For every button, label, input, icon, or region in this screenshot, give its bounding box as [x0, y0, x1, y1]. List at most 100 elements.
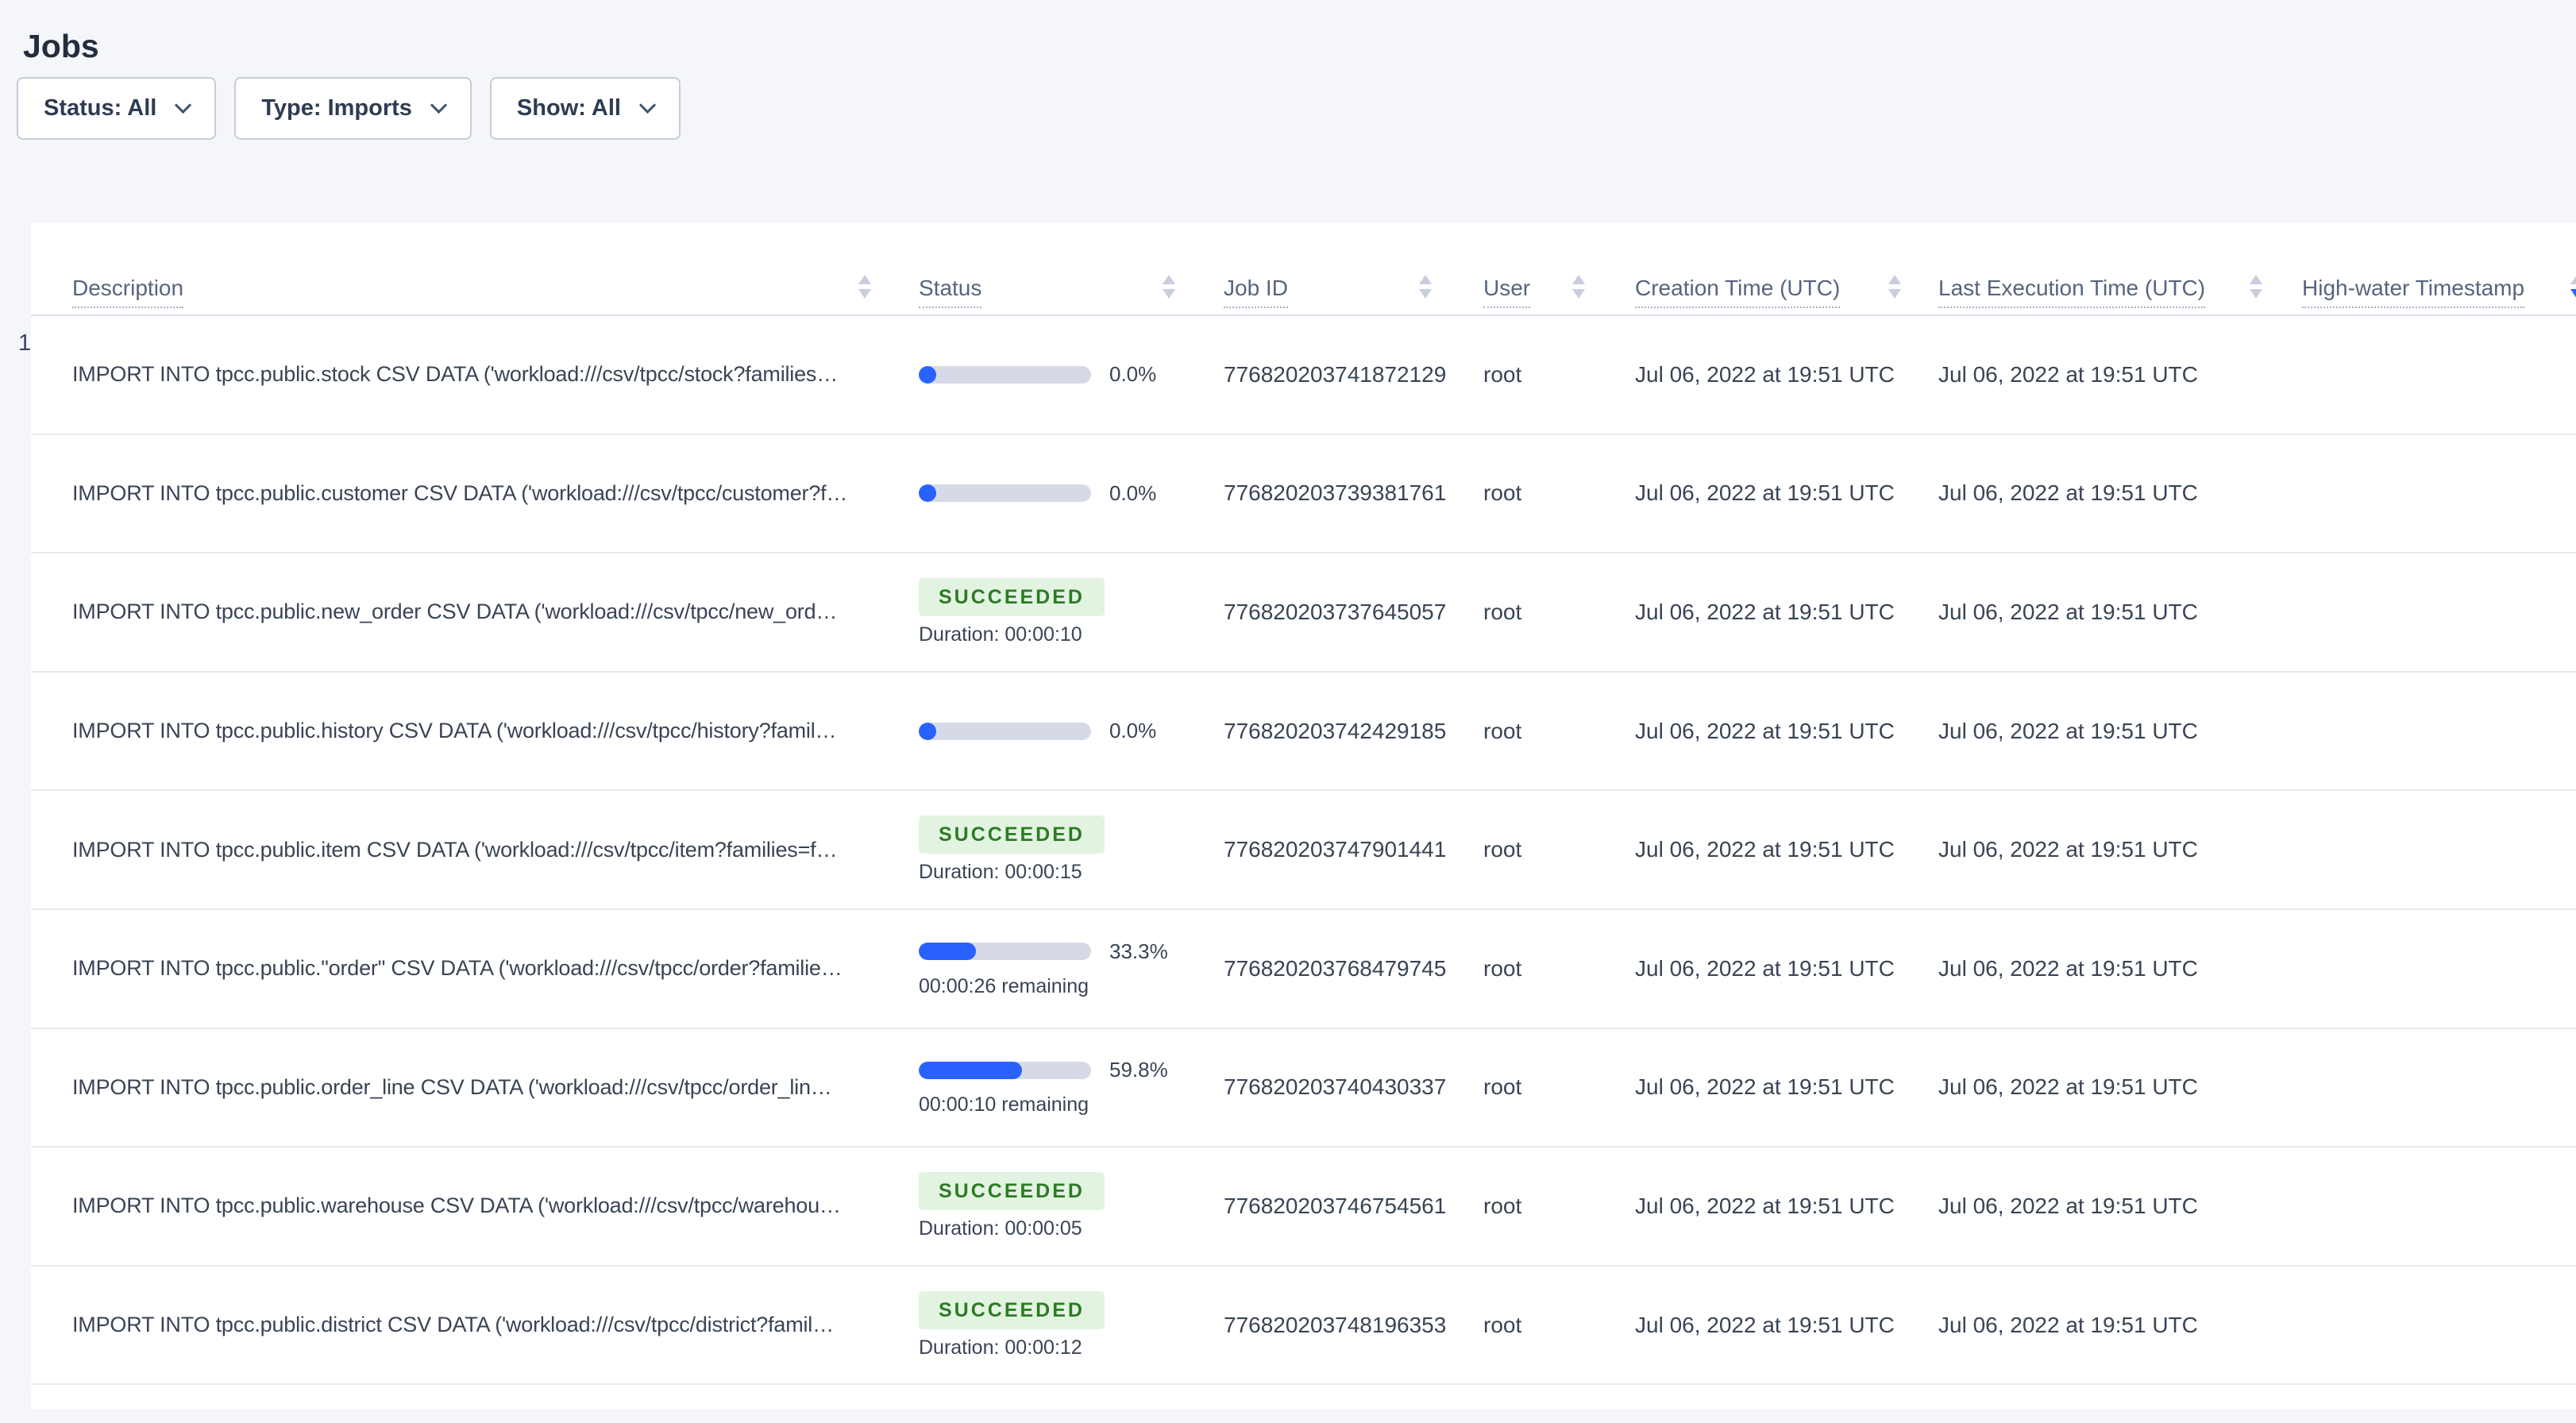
chevron-down-icon [638, 96, 657, 114]
column-label[interactable]: User [1483, 276, 1531, 308]
sort-desc-icon[interactable] [858, 289, 871, 299]
sort-asc-icon[interactable] [1572, 275, 1585, 284]
creation-time: Jul 06, 2022 at 19:51 UTC [1635, 837, 1895, 862]
sort-desc-icon[interactable] [1888, 289, 1901, 299]
sort-arrows-icon[interactable] [1572, 275, 1585, 299]
job-id: 776820203741872129 [1224, 361, 1447, 387]
column-label[interactable]: Job ID [1224, 276, 1288, 308]
creation-time: Jul 06, 2022 at 19:51 UTC [1635, 361, 1895, 387]
job-status: 0.0% [887, 719, 1191, 743]
last-execution-time: Jul 06, 2022 at 19:51 UTC [1938, 955, 2198, 981]
column-label[interactable]: Creation Time (UTC) [1635, 276, 1841, 308]
job-status: 59.8% 00:00:10 remaining [887, 1058, 1191, 1116]
progress-bar-fill [919, 484, 936, 503]
column-header[interactable]: Description [31, 275, 887, 308]
status-filter-dropdown[interactable]: Status: All [17, 77, 217, 140]
sort-asc-icon[interactable] [2570, 275, 2576, 284]
job-status: SUCCEEDED Duration: 00:00:10 [887, 577, 1191, 646]
sort-arrows-icon[interactable] [1888, 275, 1901, 299]
job-user: root [1483, 480, 1522, 506]
chevron-down-icon [175, 96, 192, 114]
last-execution-time: Jul 06, 2022 at 19:51 UTC [1938, 837, 2198, 862]
job-user: root [1483, 1074, 1522, 1100]
job-id: 776820203739381761 [1224, 480, 1447, 506]
sort-asc-icon[interactable] [1163, 275, 1175, 284]
creation-time: Jul 06, 2022 at 19:51 UTC [1635, 1312, 1895, 1337]
progress-bar-fill [919, 943, 976, 961]
table-header-row: Description Status Job ID User Creation … [31, 223, 2576, 316]
progress-bar [919, 365, 1091, 384]
column-label[interactable]: Description [72, 276, 184, 308]
sort-asc-icon[interactable] [858, 275, 871, 284]
progress-bar [919, 484, 1091, 503]
column-header[interactable]: High-water Timestamp [2278, 275, 2576, 308]
job-user: root [1483, 599, 1522, 624]
sort-desc-icon[interactable] [2250, 289, 2262, 299]
sort-arrows-icon[interactable] [1163, 275, 1175, 299]
job-description: IMPORT INTO tpcc.public.new_order CSV DA… [72, 600, 838, 624]
sort-desc-icon[interactable] [1163, 289, 1175, 299]
column-label[interactable]: Last Execution Time (UTC) [1938, 276, 2206, 308]
job-user: root [1483, 955, 1522, 981]
progress-bar [919, 722, 1091, 740]
job-description: IMPORT INTO tpcc.public.warehouse CSV DA… [72, 1194, 841, 1218]
job-status: SUCCEEDED Duration: 00:00:12 [887, 1290, 1191, 1359]
type-filter-dropdown[interactable]: Type: Imports [234, 77, 472, 140]
job-id: 776820203768479745 [1224, 955, 1447, 981]
status-filter-label: Status: All [44, 95, 157, 121]
last-execution-time: Jul 06, 2022 at 19:51 UTC [1938, 361, 2198, 387]
job-user: root [1483, 361, 1522, 387]
chevron-down-icon [430, 96, 448, 114]
column-label[interactable]: Status [919, 276, 982, 308]
sort-asc-icon[interactable] [2250, 275, 2262, 284]
column-header[interactable]: User [1448, 275, 1601, 308]
column-label[interactable]: High-water Timestamp [2302, 276, 2525, 308]
job-id: 776820203748196353 [1224, 1312, 1447, 1337]
show-filter-dropdown[interactable]: Show: All [489, 77, 681, 140]
table-row: IMPORT INTO tpcc.public.stock CSV DATA (… [31, 316, 2576, 435]
column-header[interactable]: Job ID [1191, 275, 1448, 308]
progress-percent: 0.0% [1109, 719, 1157, 743]
job-status: 33.3% 00:00:26 remaining [887, 939, 1191, 998]
creation-time: Jul 06, 2022 at 19:51 UTC [1635, 1074, 1895, 1100]
sort-desc-icon[interactable] [1419, 289, 1432, 299]
table-row: IMPORT INTO tpcc.public.item CSV DATA ('… [31, 791, 2576, 910]
type-filter-label: Type: Imports [261, 95, 412, 121]
job-description: IMPORT INTO tpcc.public.customer CSV DAT… [72, 480, 848, 505]
job-status: SUCCEEDED Duration: 00:00:15 [887, 816, 1191, 884]
duration-label: Duration: 00:00:05 [919, 1217, 1082, 1240]
progress-bar-fill [919, 365, 936, 384]
job-description: IMPORT INTO tpcc.public.stock CSV DATA (… [72, 362, 839, 387]
column-header[interactable]: Status [887, 275, 1191, 308]
creation-time: Jul 06, 2022 at 19:51 UTC [1635, 1193, 1895, 1218]
sort-arrows-icon[interactable] [1419, 275, 1432, 299]
column-header[interactable]: Last Execution Time (UTC) [1917, 275, 2278, 308]
sort-asc-icon[interactable] [1419, 275, 1432, 284]
jobs-table: Description Status Job ID User Creation … [31, 223, 2576, 1410]
sort-asc-icon[interactable] [1888, 275, 1901, 284]
remaining-label: 00:00:10 remaining [919, 1093, 1089, 1116]
sort-arrows-icon[interactable] [2570, 275, 2576, 299]
progress-percent: 59.8% [1109, 1058, 1168, 1082]
table-body: IMPORT INTO tpcc.public.stock CSV DATA (… [31, 316, 2576, 1386]
sort-arrows-icon[interactable] [858, 275, 871, 299]
sort-desc-icon[interactable] [2570, 289, 2576, 299]
last-execution-time: Jul 06, 2022 at 19:51 UTC [1938, 1193, 2198, 1218]
table-row: IMPORT INTO tpcc.public.new_order CSV DA… [31, 553, 2576, 673]
job-id: 776820203742429185 [1224, 718, 1447, 743]
column-header[interactable]: Creation Time (UTC) [1601, 275, 1917, 308]
table-row: IMPORT INTO tpcc.public."order" CSV DATA… [31, 910, 2576, 1029]
sort-desc-icon[interactable] [1572, 289, 1585, 299]
progress-percent: 0.0% [1109, 362, 1157, 387]
show-filter-label: Show: All [516, 95, 621, 121]
progress-bar-fill [919, 1061, 1022, 1079]
sort-arrows-icon[interactable] [2250, 275, 2262, 299]
job-description: IMPORT INTO tpcc.public.history CSV DATA… [72, 719, 837, 743]
table-row: IMPORT INTO tpcc.public.warehouse CSV DA… [31, 1147, 2576, 1267]
job-id: 776820203740430337 [1224, 1074, 1447, 1100]
job-description: IMPORT INTO tpcc.public.order_line CSV D… [72, 1074, 832, 1099]
job-user: root [1483, 1193, 1522, 1218]
progress-percent: 33.3% [1109, 939, 1168, 963]
status-badge: SUCCEEDED [919, 577, 1105, 616]
status-badge: SUCCEEDED [919, 1171, 1105, 1210]
